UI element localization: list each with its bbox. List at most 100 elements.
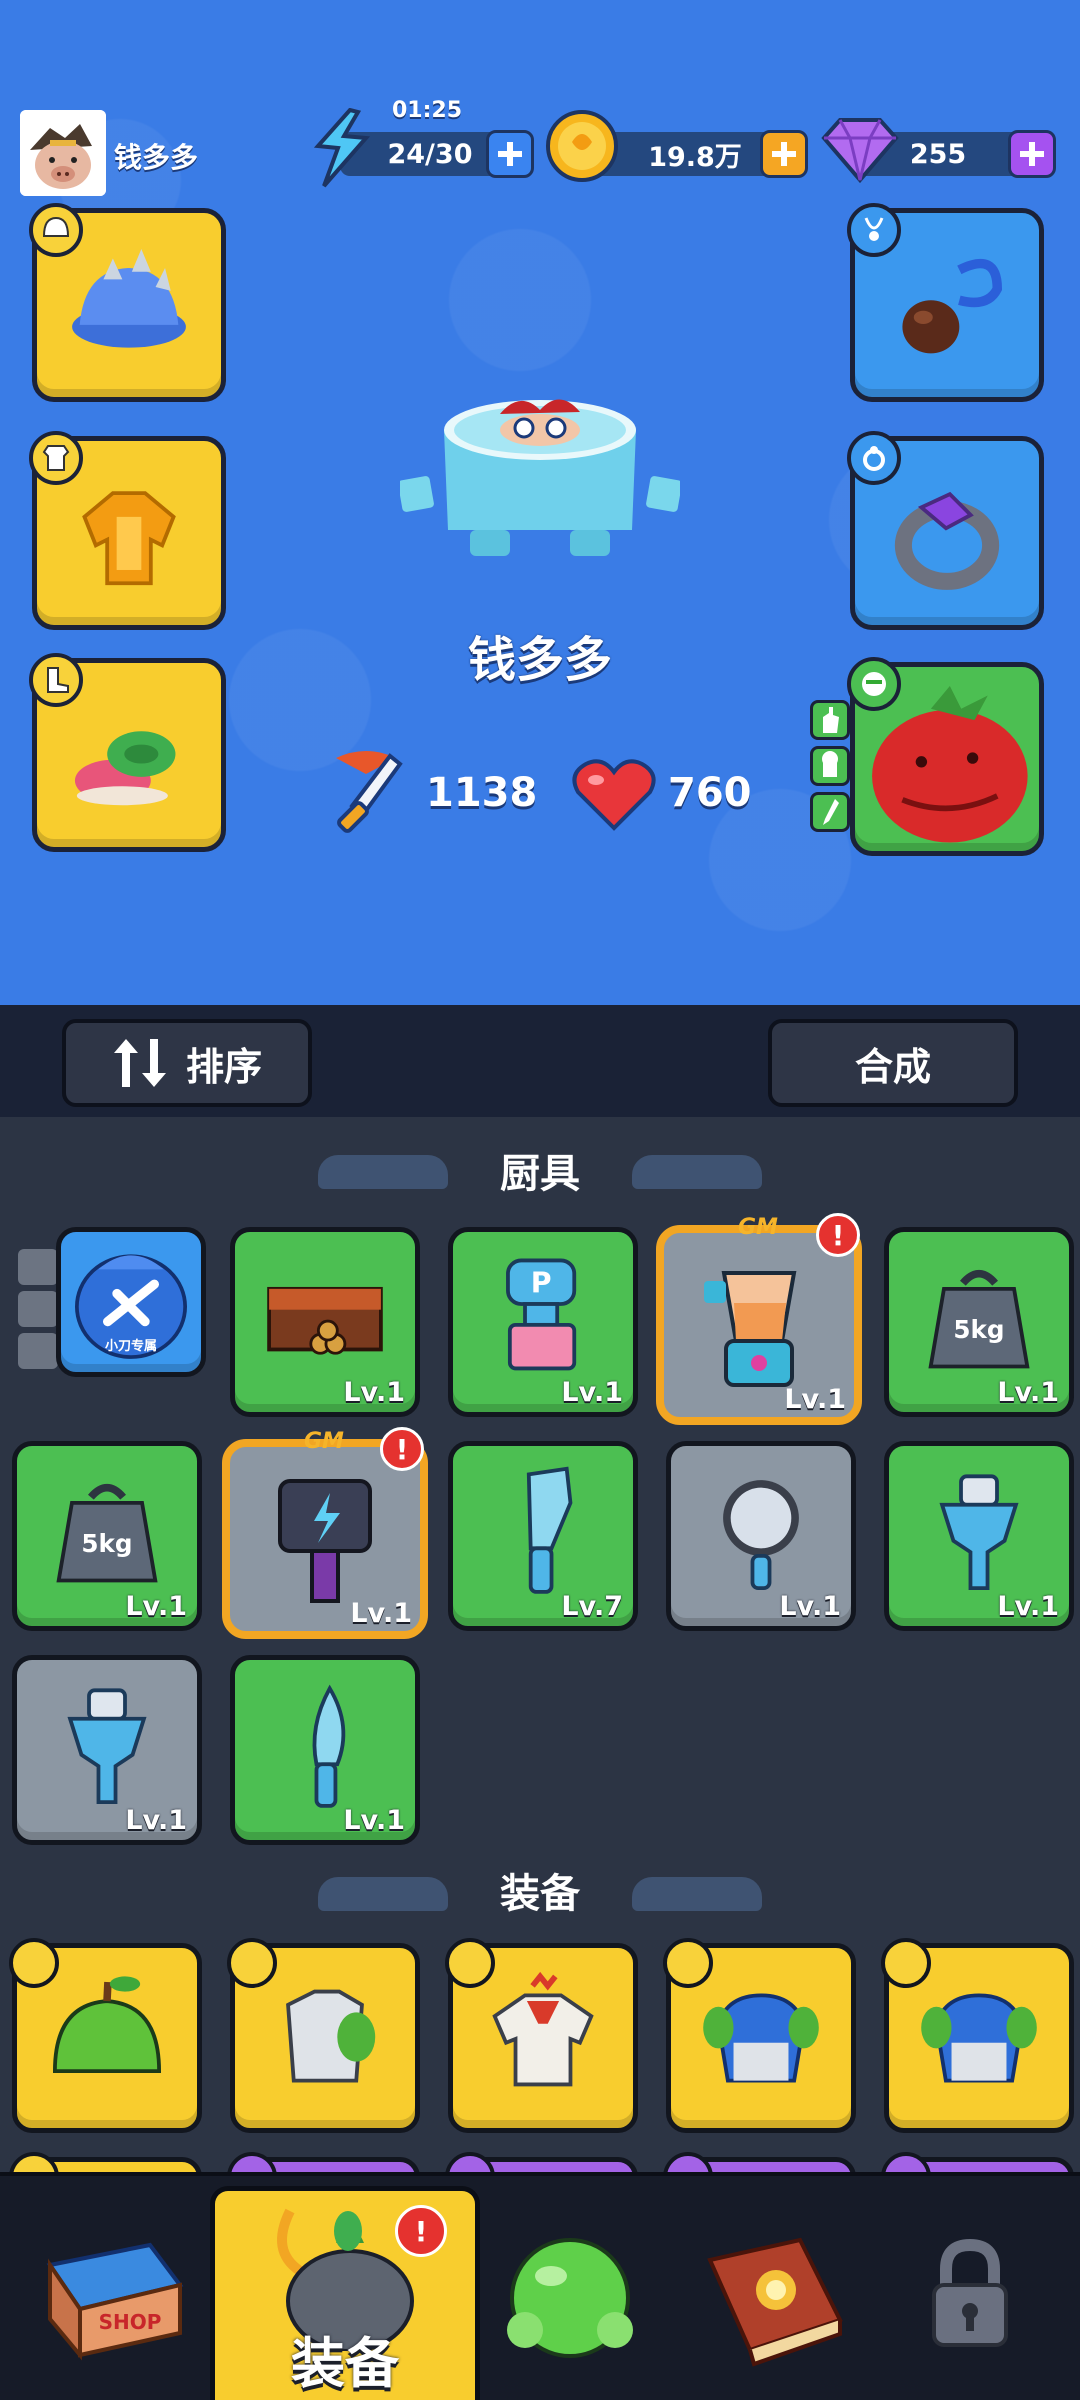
gem-icon — [821, 118, 899, 184]
shop-sign: SHOP — [99, 2310, 162, 2334]
merge-label: 合成 — [854, 1044, 931, 1089]
pet-skill-tab-2[interactable] — [810, 746, 850, 786]
sort-arrows-icon — [113, 1039, 166, 1087]
item-chef-armor[interactable] — [445, 1938, 638, 2133]
nav-tab-book[interactable] — [670, 2186, 870, 2400]
coin-value: 19.8万 — [648, 141, 742, 173]
item-purple-helmet[interactable] — [445, 2152, 638, 2172]
item-vest-armor[interactable] — [227, 1938, 420, 2133]
attack-value: 1138 — [426, 770, 538, 816]
item-cleaver[interactable]: Lv.7 — [448, 1441, 638, 1631]
weight-tag: 5kg — [953, 1315, 1004, 1344]
nav-tab-locked[interactable] — [880, 2186, 1060, 2400]
coin-icon — [546, 110, 618, 182]
section-title-kitchenware: 厨具 — [500, 1151, 580, 1197]
item-blue-armor[interactable] — [663, 1938, 856, 2133]
hand-icon — [823, 707, 839, 733]
helmet-badge-icon — [445, 2152, 495, 2172]
player-name: 钱多多 — [114, 141, 199, 174]
armor-badge-icon — [881, 2152, 931, 2172]
sort-button[interactable]: 排序 — [62, 1019, 312, 1107]
pet-slot[interactable] — [847, 657, 1044, 856]
item-level: Lv.1 — [125, 1591, 187, 1622]
nav-tab-shop[interactable]: SHOP — [10, 2186, 210, 2400]
item-weight[interactable]: 5kg Lv.1 — [884, 1227, 1074, 1417]
helmet-slot[interactable] — [29, 203, 226, 402]
tomato-pet-icon — [872, 685, 1028, 843]
weight-tag: 5kg — [81, 1529, 132, 1558]
new-alert-icon: ! — [395, 2205, 447, 2257]
new-alert-icon: ! — [816, 1213, 860, 1257]
item-level: Lv.1 — [779, 1591, 841, 1622]
nav-tab-equipment-label: 装备 — [291, 2332, 399, 2395]
pet-skill-tab-3[interactable] — [810, 792, 850, 832]
heart-icon — [572, 759, 656, 831]
item-side-tab — [18, 1291, 58, 1327]
bottom-navigation: SHOP ! 装备 — [0, 2172, 1080, 2400]
energy-timer: 01:25 — [392, 98, 463, 123]
item-level: Lv.1 — [350, 1598, 412, 1629]
item-knife-bag[interactable]: 小刀专属 — [56, 1227, 206, 1377]
new-alert-icon: ! — [380, 1427, 424, 1471]
gem-add-button[interactable] — [1008, 130, 1056, 178]
coin-add-button[interactable] — [760, 130, 808, 178]
character-sprite — [400, 399, 680, 556]
pet-skill-tab-1[interactable] — [810, 700, 850, 740]
merge-button[interactable]: 合成 — [768, 1019, 1018, 1107]
inventory-list[interactable]: 厨具 小刀专属 Lv.1 P Lv.1 Lv.1 GM ! 5kg Lv.1 5… — [0, 1117, 1080, 2172]
necklace-slot[interactable] — [847, 203, 1044, 402]
item-grill[interactable]: Lv.1 — [230, 1227, 420, 1417]
item-blue-armor[interactable] — [881, 1938, 1074, 2133]
inventory-action-bar: 排序 合成 — [0, 1005, 1080, 1117]
item-level: Lv.1 — [997, 1591, 1059, 1622]
item-grinder[interactable]: Lv.1 — [884, 1441, 1074, 1631]
ring-slot[interactable] — [847, 431, 1044, 630]
health-value: 760 — [668, 770, 752, 816]
spiked-helmet-icon — [72, 249, 186, 348]
book-icon — [707, 2237, 843, 2367]
energy-value: 24/30 — [387, 138, 473, 170]
armor-slot[interactable] — [29, 431, 226, 630]
energy-add-button[interactable] — [486, 130, 534, 178]
chef-hat-icon — [822, 751, 838, 777]
item-purple-helmet[interactable] — [227, 2152, 420, 2172]
boots-badge-icon — [9, 2152, 59, 2172]
player-avatar[interactable] — [20, 110, 106, 196]
item-grinder[interactable]: Lv.1 — [12, 1655, 202, 1845]
item-pepper-mill[interactable]: P Lv.1 — [448, 1227, 638, 1417]
item-level: Lv.7 — [561, 1591, 623, 1622]
item-level: Lv.1 — [997, 1377, 1059, 1408]
item-level: Lv.1 — [125, 1805, 187, 1836]
item-level: Lv.1 — [561, 1377, 623, 1408]
gold-armor-icon — [82, 491, 176, 586]
gm-label: GM — [304, 1429, 344, 1454]
sort-label: 排序 — [185, 1044, 262, 1089]
item-apple-helmet[interactable] — [9, 1938, 202, 2133]
nav-tab-equipment[interactable]: ! 装备 — [210, 2186, 480, 2400]
item-knife[interactable]: Lv.1 — [230, 1655, 420, 1845]
apple-helmet-icon — [52, 1976, 162, 2074]
item-pan[interactable]: Lv.1 — [666, 1441, 856, 1631]
item-level: Lv.1 — [343, 1805, 405, 1836]
lock-icon — [932, 2238, 1008, 2347]
item-side-tab — [18, 1333, 58, 1369]
gem-value: 255 — [909, 138, 967, 170]
plus-icon — [498, 142, 522, 166]
knife-small-icon — [823, 799, 839, 825]
chef-armor-icon — [492, 1971, 594, 2087]
section-title-equipment: 装备 — [500, 1871, 580, 1917]
plus-icon — [772, 142, 796, 166]
item-boots[interactable] — [9, 2152, 202, 2172]
item-side-tab — [18, 1249, 58, 1285]
nav-tab-pet[interactable] — [480, 2186, 660, 2400]
shop-icon: SHOP — [46, 2242, 184, 2361]
item-purple-armor[interactable] — [881, 2152, 1074, 2172]
item-level: Lv.1 — [343, 1377, 405, 1408]
helmet-badge-icon — [663, 2152, 713, 2172]
plus-icon — [1020, 142, 1044, 166]
item-weight[interactable]: 5kg Lv.1 — [12, 1441, 202, 1631]
character-panel: 钱多多 01:25 24/30 19.8万 255 钱多多 1138 760 — [0, 0, 1080, 1005]
blue-armor-icon — [921, 1993, 1037, 2083]
item-purple-helmet[interactable] — [663, 2152, 856, 2172]
amethyst-ring-icon — [894, 491, 1000, 590]
